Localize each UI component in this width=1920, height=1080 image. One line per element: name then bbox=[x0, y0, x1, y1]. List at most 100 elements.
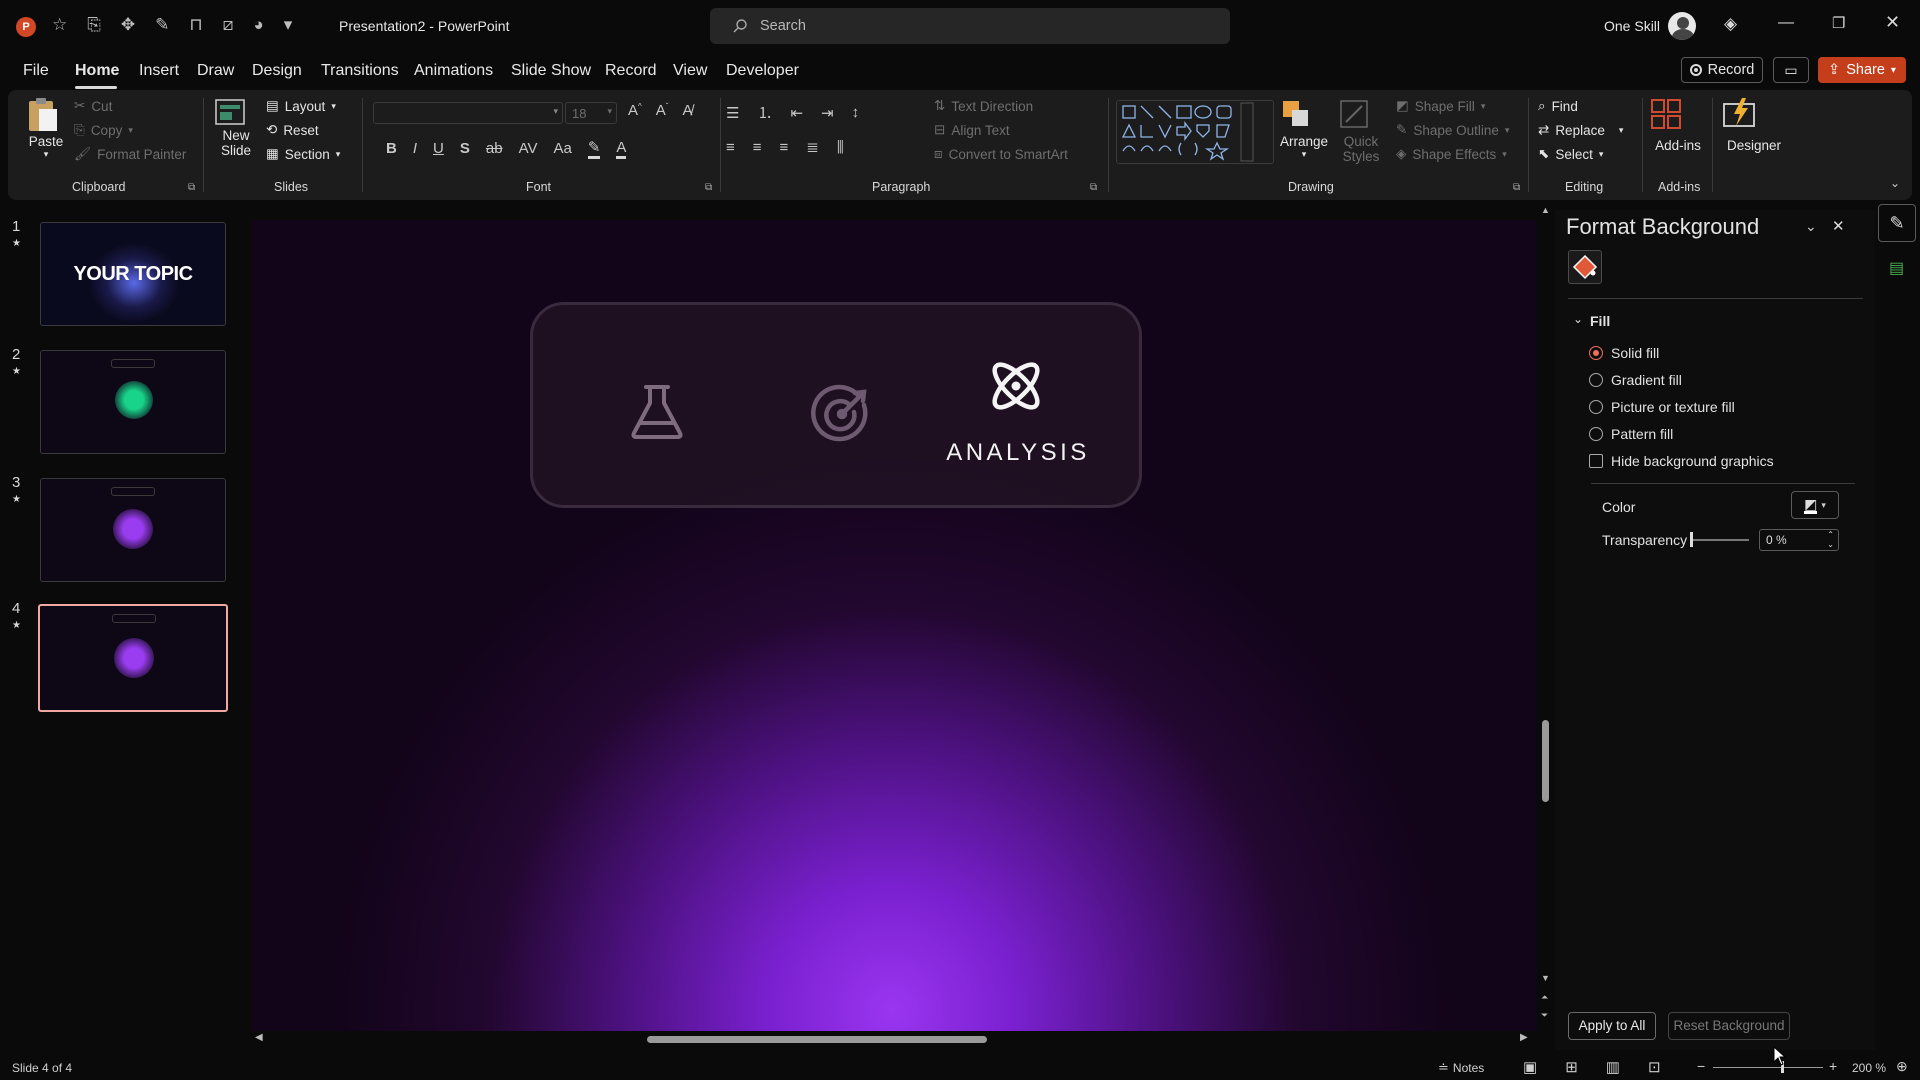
decrease-indent-icon[interactable]: ⇤ bbox=[790, 104, 803, 122]
dialog-launcher-icon[interactable]: ⧉ bbox=[1513, 182, 1520, 193]
replace-button[interactable]: ⇄ Replace ▾ bbox=[1538, 122, 1623, 138]
arrange-button[interactable]: Arrange ▾ bbox=[1280, 98, 1328, 160]
font-color-button[interactable]: A bbox=[616, 139, 627, 159]
zoom-slider[interactable] bbox=[1713, 1067, 1823, 1068]
scroll-up-icon[interactable]: ▲ bbox=[1541, 205, 1550, 215]
new-slide-button[interactable]: New Slide bbox=[214, 96, 258, 158]
shape-effects-button[interactable]: ◈ Shape Effects ▾ bbox=[1396, 146, 1507, 162]
tab-developer[interactable]: Developer bbox=[726, 62, 799, 80]
paste-button[interactable]: Paste ▾ bbox=[26, 96, 66, 160]
align-center-icon[interactable]: ≡ bbox=[753, 139, 762, 156]
close-icon[interactable]: ✕ bbox=[1832, 217, 1845, 235]
italic-button[interactable]: I bbox=[413, 140, 417, 157]
convert-smartart-button[interactable]: ⧈ Convert to SmartArt bbox=[934, 146, 1068, 162]
add-ins-button[interactable]: Add-ins bbox=[1648, 96, 1708, 153]
avatar[interactable] bbox=[1668, 12, 1696, 40]
user-name[interactable]: One Skill bbox=[1604, 18, 1660, 34]
format-painter-button[interactable]: 🖌 Format Painter bbox=[74, 146, 186, 162]
slide-thumbnail-1[interactable]: YOUR TOPIC bbox=[40, 222, 226, 326]
next-slide-icon[interactable]: ⏷ bbox=[1541, 1010, 1548, 1021]
bold-button[interactable]: B bbox=[386, 140, 397, 157]
reset-button[interactable]: ⟲ Reset bbox=[266, 122, 319, 138]
chevron-down-icon[interactable]: ⌄ bbox=[1805, 218, 1817, 235]
tab-design[interactable]: Design bbox=[252, 62, 302, 80]
diamond-icon[interactable]: ◈ bbox=[1724, 14, 1737, 34]
align-left-icon[interactable]: ≡ bbox=[726, 139, 735, 156]
record-button[interactable]: Record bbox=[1681, 57, 1763, 83]
underline-button[interactable]: U bbox=[433, 140, 444, 157]
dialog-launcher-icon[interactable]: ⧉ bbox=[1090, 182, 1097, 193]
cut-button[interactable]: ✂ Cut bbox=[74, 98, 112, 114]
tab-view[interactable]: View bbox=[673, 62, 707, 80]
clear-formatting-icon[interactable]: A̸ bbox=[682, 102, 692, 119]
collapse-ribbon-icon[interactable]: ⌄ bbox=[1890, 176, 1900, 190]
vertical-scrollbar[interactable]: ▲ ▼ ⏶ ⏷ bbox=[1540, 205, 1552, 1035]
vertical-scrollbar-thumb[interactable] bbox=[1542, 720, 1549, 802]
presenter-icon[interactable]: ⊓ bbox=[189, 15, 202, 35]
zoom-in-icon[interactable]: + bbox=[1829, 1058, 1837, 1074]
zoom-out-icon[interactable]: − bbox=[1697, 1058, 1705, 1074]
align-right-icon[interactable]: ≡ bbox=[780, 139, 789, 156]
slide-sorter-icon[interactable]: ⊞ bbox=[1565, 1058, 1578, 1076]
reading-view-icon[interactable]: ▥ bbox=[1606, 1058, 1620, 1076]
picture-texture-fill-label[interactable]: Picture or texture fill bbox=[1611, 399, 1735, 415]
notes-button[interactable]: ≐ Notes bbox=[1438, 1060, 1484, 1076]
strikethrough-button[interactable]: ab bbox=[486, 140, 503, 157]
select-button[interactable]: ⬉ Select ▾ bbox=[1538, 146, 1603, 162]
solid-fill-label[interactable]: Solid fill bbox=[1611, 345, 1659, 361]
minimize-icon[interactable]: — bbox=[1778, 14, 1794, 32]
scroll-right-icon[interactable]: ▶ bbox=[1520, 1032, 1528, 1043]
find-button[interactable]: ⌕ Find bbox=[1538, 98, 1578, 114]
normal-view-icon[interactable]: ▣ bbox=[1523, 1058, 1537, 1076]
picture-texture-fill-radio[interactable] bbox=[1589, 400, 1603, 414]
reset-background-button[interactable]: Reset Background bbox=[1668, 1012, 1790, 1040]
tab-insert[interactable]: Insert bbox=[139, 62, 179, 80]
section-button[interactable]: ▦ Section ▾ bbox=[266, 146, 340, 162]
share-button[interactable]: ⇪ Share ▾ bbox=[1818, 57, 1906, 83]
dialog-launcher-icon[interactable]: ⧉ bbox=[705, 182, 712, 193]
tab-animations[interactable]: Animations bbox=[414, 62, 493, 80]
pattern-fill-label[interactable]: Pattern fill bbox=[1611, 426, 1673, 442]
gradient-fill-radio[interactable] bbox=[1589, 373, 1603, 387]
tab-record[interactable]: Record bbox=[605, 62, 657, 80]
save-icon[interactable]: ⎘ bbox=[87, 15, 101, 35]
apply-to-all-button[interactable]: Apply to All bbox=[1568, 1012, 1656, 1040]
touch-mode-icon[interactable]: ✥ bbox=[121, 15, 135, 35]
color-picker-button[interactable]: ◩ ▾ bbox=[1791, 491, 1839, 519]
slide-thumbnail-2[interactable] bbox=[40, 350, 226, 454]
designer-button[interactable]: Designer bbox=[1720, 96, 1788, 153]
comments-icon[interactable]: ▭ bbox=[1773, 57, 1809, 83]
slideshow-icon[interactable]: ⊡ bbox=[1648, 1058, 1661, 1076]
powerpoint-logo-icon[interactable]: P bbox=[16, 17, 36, 37]
fill-section-header[interactable]: Fill bbox=[1590, 313, 1610, 329]
font-size-select[interactable]: 18 ▾ bbox=[565, 102, 617, 124]
crop-icon[interactable]: ⧄ bbox=[223, 15, 234, 35]
character-spacing-button[interactable]: AV bbox=[519, 140, 538, 157]
solid-fill-radio[interactable] bbox=[1589, 346, 1603, 360]
zoom-level[interactable]: 200 % bbox=[1852, 1061, 1886, 1075]
tab-home[interactable]: Home bbox=[75, 62, 119, 80]
shadow-button[interactable]: S bbox=[460, 140, 470, 157]
tab-slide-show[interactable]: Slide Show bbox=[511, 62, 591, 80]
slide-thumbnail-3[interactable] bbox=[40, 478, 226, 582]
chevron-down-icon[interactable]: ⌄ bbox=[1573, 312, 1583, 326]
fill-category-button[interactable] bbox=[1568, 250, 1602, 284]
animation-pane-icon[interactable]: ▤ bbox=[1889, 258, 1904, 278]
pen-icon[interactable]: ✎ bbox=[155, 15, 169, 35]
columns-icon[interactable]: ⫼ bbox=[837, 139, 844, 156]
transparency-slider-thumb[interactable] bbox=[1690, 532, 1693, 547]
justify-icon[interactable]: ≣ bbox=[806, 138, 819, 156]
layout-button[interactable]: ▤ Layout ▾ bbox=[266, 98, 336, 114]
scroll-down-icon[interactable]: ▼ bbox=[1541, 973, 1550, 983]
highlight-icon[interactable]: ✎ bbox=[587, 138, 601, 159]
icon-card[interactable]: ANALYSIS bbox=[530, 302, 1142, 508]
hide-background-label[interactable]: Hide background graphics bbox=[1611, 453, 1774, 469]
format-pane-icon[interactable]: ✎ bbox=[1878, 204, 1916, 242]
star-icon[interactable]: ☆ bbox=[52, 15, 67, 35]
dialog-launcher-icon[interactable]: ⧉ bbox=[188, 182, 195, 193]
transparency-slider[interactable] bbox=[1691, 539, 1749, 541]
horizontal-scrollbar[interactable]: ◀ ▶ bbox=[255, 1032, 1530, 1046]
line-spacing-icon[interactable]: ↕ bbox=[852, 104, 860, 121]
decrease-font-icon[interactable]: Aˇ bbox=[656, 102, 669, 119]
more-icon[interactable]: ▾ bbox=[284, 15, 293, 35]
